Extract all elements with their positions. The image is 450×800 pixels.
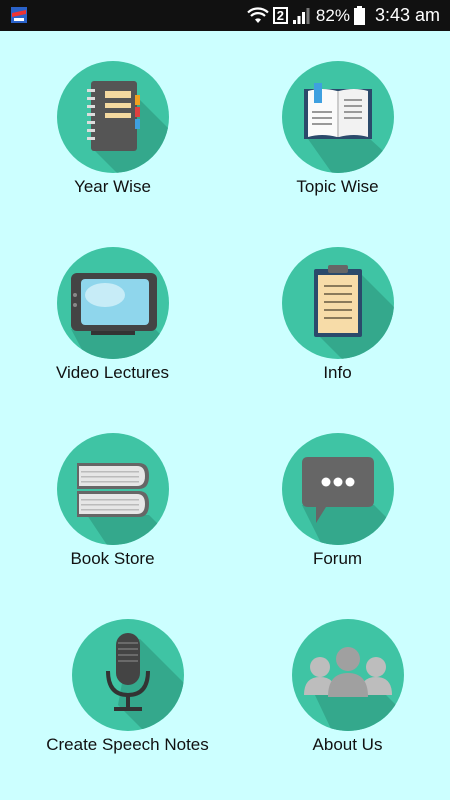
icon-circle bbox=[281, 61, 394, 173]
menu-item-topic-wise[interactable]: Topic Wise bbox=[225, 31, 450, 217]
clipboard-icon bbox=[313, 265, 394, 359]
icon-circle bbox=[281, 247, 394, 359]
menu-item-label: Video Lectures bbox=[55, 363, 170, 382]
books-stack-icon bbox=[76, 463, 169, 545]
menu-item-forum[interactable]: Forum bbox=[225, 403, 450, 589]
icon-circle bbox=[56, 247, 169, 359]
menu-item-about-us[interactable]: About Us bbox=[235, 589, 450, 775]
menu-item-label: Year Wise bbox=[74, 177, 151, 196]
icon-circle bbox=[71, 619, 184, 731]
menu-item-label: Info bbox=[323, 363, 352, 382]
open-book-icon bbox=[303, 83, 394, 173]
wifi-icon bbox=[247, 6, 269, 23]
battery-icon bbox=[353, 6, 365, 25]
tv-icon bbox=[70, 273, 169, 359]
icon-circle bbox=[291, 619, 404, 731]
menu-item-label: Topic Wise bbox=[296, 177, 379, 196]
menu-item-create-speech-notes[interactable]: Create Speech Notes bbox=[15, 589, 240, 775]
menu-grid: Year Wise Topic Wise Video Lectures Info… bbox=[0, 31, 450, 800]
menu-item-label: Book Store bbox=[70, 549, 155, 568]
signal-strength-icon bbox=[292, 7, 310, 24]
icon-circle bbox=[56, 61, 169, 173]
menu-item-book-store[interactable]: Book Store bbox=[0, 403, 225, 589]
status-bar: 2 82% 3:43 am bbox=[0, 0, 450, 31]
menu-item-info[interactable]: Info bbox=[225, 217, 450, 403]
clock: 3:43 am bbox=[374, 5, 440, 25]
menu-item-video-lectures[interactable]: Video Lectures bbox=[0, 217, 225, 403]
app-notification-icon bbox=[11, 7, 27, 23]
microphone-icon bbox=[105, 633, 184, 731]
menu-item-label: Forum bbox=[312, 549, 363, 568]
menu-item-label: Create Speech Notes bbox=[46, 735, 209, 754]
menu-item-label: About Us bbox=[312, 735, 383, 754]
sim-slot-badge: 2 bbox=[272, 7, 288, 24]
menu-item-year-wise[interactable]: Year Wise bbox=[0, 31, 225, 217]
icon-circle bbox=[281, 433, 394, 545]
group-people-icon bbox=[303, 647, 404, 731]
battery-percent: 82% bbox=[315, 5, 350, 25]
chat-bubble-icon bbox=[301, 457, 394, 545]
icon-circle bbox=[56, 433, 169, 545]
notebook-icon bbox=[86, 81, 169, 173]
